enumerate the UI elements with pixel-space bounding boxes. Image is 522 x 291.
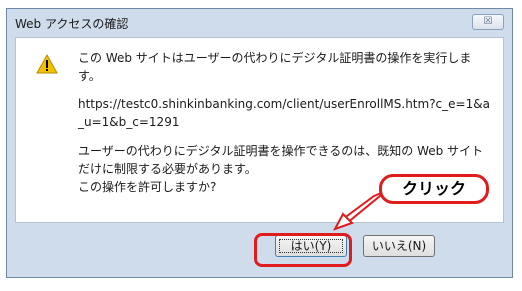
click-callout: クリック (379, 174, 489, 204)
yes-button-highlight (254, 233, 352, 267)
